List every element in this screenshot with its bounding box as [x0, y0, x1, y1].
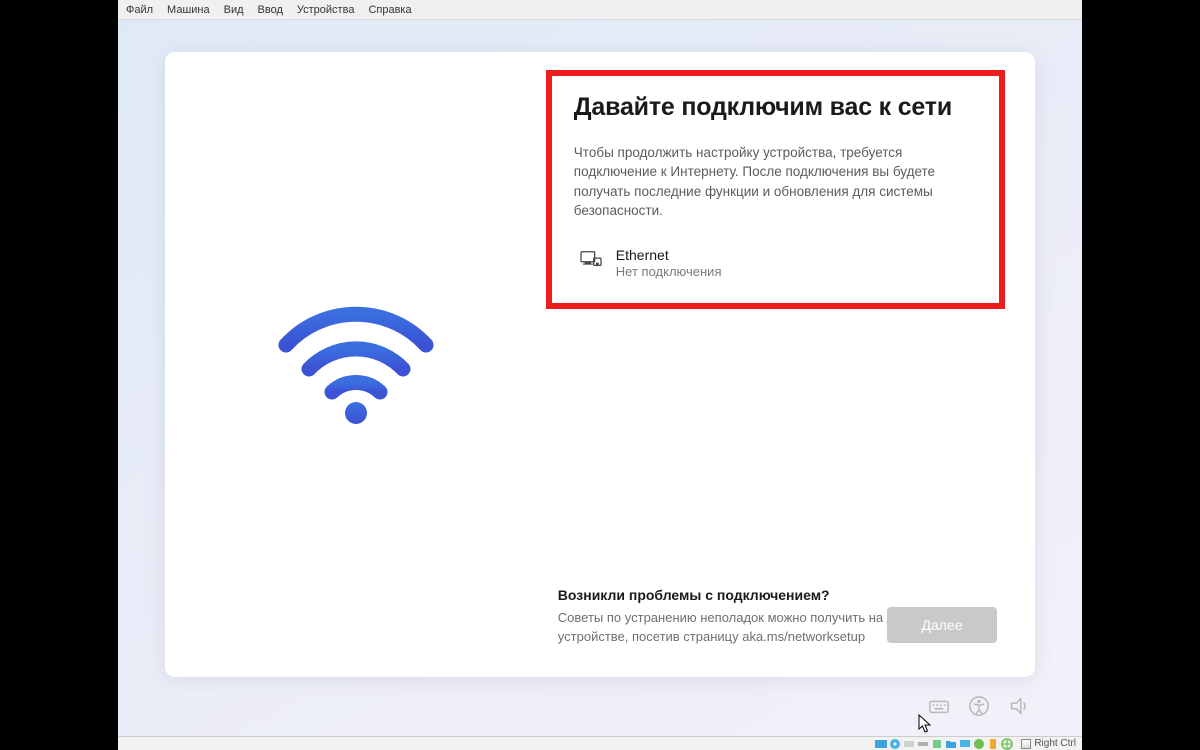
keyboard-icon[interactable] — [928, 695, 950, 722]
page-heading: Давайте подключим вас к сети — [574, 92, 979, 123]
highlight-box: Давайте подключим вас к сети Чтобы продо… — [546, 70, 1005, 310]
vm-status-bar: Right Ctrl — [118, 736, 1082, 750]
oobe-card: Давайте подключим вас к сети Чтобы продо… — [165, 52, 1035, 677]
status-network-icon[interactable] — [917, 738, 929, 750]
menu-help[interactable]: Справка — [368, 4, 411, 16]
vm-window: Файл Машина Вид Ввод Устройства Справка — [118, 0, 1082, 736]
menu-file[interactable]: Файл — [126, 4, 153, 16]
menu-bar: Файл Машина Вид Ввод Устройства Справка — [118, 0, 1082, 20]
status-info-icon[interactable] — [987, 738, 999, 750]
network-item-ethernet[interactable]: Ethernet Нет подключения — [574, 247, 979, 279]
troubleshoot-title: Возникли проблемы с подключением? — [558, 587, 981, 603]
host-key-icon — [1021, 739, 1031, 749]
page-description: Чтобы продолжить настройку устройства, т… — [574, 143, 979, 221]
volume-icon[interactable] — [1008, 695, 1030, 722]
menu-machine[interactable]: Машина — [167, 4, 210, 16]
host-key-indicator[interactable]: Right Ctrl — [1021, 738, 1076, 749]
network-info: Ethernet Нет подключения — [616, 247, 722, 279]
oobe-system-icons — [928, 695, 1030, 722]
menu-input[interactable]: Ввод — [258, 4, 283, 16]
status-disc-icon[interactable] — [889, 738, 901, 750]
status-audio-icon[interactable] — [903, 738, 915, 750]
status-usb-icon[interactable] — [931, 738, 943, 750]
next-button[interactable]: Далее — [887, 607, 997, 643]
network-name: Ethernet — [616, 247, 722, 263]
ethernet-icon — [580, 249, 602, 274]
guest-screen: Давайте подключим вас к сети Чтобы продо… — [118, 20, 1082, 736]
network-status: Нет подключения — [616, 264, 722, 279]
menu-view[interactable]: Вид — [224, 4, 244, 16]
card-illustration — [165, 52, 548, 677]
menu-devices[interactable]: Устройства — [297, 4, 355, 16]
host-key-label: Right Ctrl — [1034, 738, 1076, 749]
card-content: Давайте подключим вас к сети Чтобы продо… — [548, 52, 1035, 677]
status-folder-icon[interactable] — [945, 738, 957, 750]
status-record-icon[interactable] — [973, 738, 985, 750]
status-mouse-icon[interactable] — [1001, 738, 1013, 750]
wifi-icon — [271, 297, 441, 432]
accessibility-icon[interactable] — [968, 695, 990, 722]
status-hdd-icon[interactable] — [875, 738, 887, 750]
status-display-icon[interactable] — [959, 738, 971, 750]
